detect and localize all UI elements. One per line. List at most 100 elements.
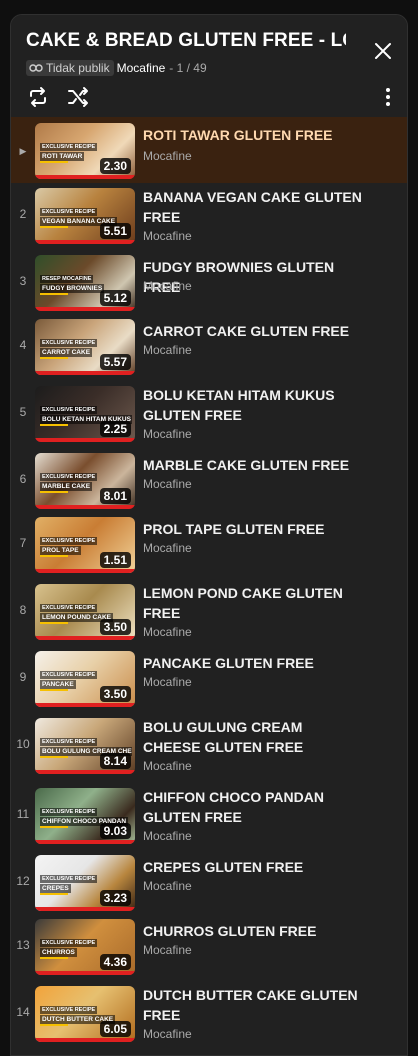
playlist-item[interactable]: 2 EXCLUSIVE RECIPE VEGAN BANANA CAKE 5.51 BA… <box>11 181 407 251</box>
thumbnail-caption-top: EXCLUSIVE RECIPE <box>40 939 98 947</box>
thumbnail-caption: CHURROS <box>40 948 77 957</box>
video-thumbnail[interactable]: EXCLUSIVE RECIPE CARROT CAKE 5.57 <box>35 319 135 375</box>
video-title[interactable]: MARBLE CAKE GLUTEN FREE <box>143 455 363 475</box>
video-thumbnail[interactable]: EXCLUSIVE RECIPE ROTI TAWAR 2.30 <box>35 123 135 179</box>
duration-badge: 9.03 <box>99 823 131 839</box>
video-title[interactable]: CHIFFON CHOCO PANDAN GLUTEN FREE <box>143 787 363 827</box>
video-thumbnail[interactable]: EXCLUSIVE RECIPE PANCAKE 3.50 <box>35 651 135 707</box>
playlist-title[interactable]: CAKE & BREAD GLUTEN FREE - LOW ... <box>26 30 346 52</box>
video-title[interactable]: BANANA VEGAN CAKE GLUTEN FREE <box>143 187 363 227</box>
thumbnail-accent-bar <box>40 957 68 959</box>
item-index: 12 <box>16 874 30 888</box>
item-index: 9 <box>19 670 27 684</box>
video-thumbnail[interactable]: EXCLUSIVE RECIPE MARBLE CAKE 8.01 <box>35 453 135 509</box>
video-thumbnail[interactable]: EXCLUSIVE RECIPEBOLU GULUNG CREAM CHEESE… <box>35 718 135 774</box>
playlist-item[interactable]: 3 RESEP MOCAFINE FUDGY BROWNIES 5.12 FUDGY B… <box>11 251 407 315</box>
playlist-item[interactable]: 5 EXCLUSIVE RECIPE BOLU KETAN HITAM KUKUS 2… <box>11 379 407 449</box>
duration-badge: 3.23 <box>99 890 131 906</box>
video-thumbnail[interactable]: EXCLUSIVE RECIPE BOLU KETAN HITAM KUKUS 2.… <box>35 386 135 442</box>
playlist-item[interactable]: 4 EXCLUSIVE RECIPE CARROT CAKE 5.57 CARROT C… <box>11 315 407 379</box>
video-channel[interactable]: Mocafine <box>143 943 192 957</box>
duration-badge: 2.25 <box>99 421 131 437</box>
video-title[interactable]: CHURROS GLUTEN FREE <box>143 921 363 941</box>
watch-progress-bar <box>35 175 135 179</box>
thumbnail-caption-top: RESEP MOCAFINE <box>40 275 94 283</box>
video-channel[interactable]: Mocafine <box>143 149 192 163</box>
thumbnail-caption: CREPES <box>40 884 71 893</box>
thumbnail-caption-top: EXCLUSIVE RECIPE <box>40 875 98 883</box>
privacy-label: Tidak publik <box>46 61 110 75</box>
more-vert-icon[interactable] <box>376 85 400 109</box>
watch-progress-bar <box>35 636 135 640</box>
video-title[interactable]: LEMON POND CAKE GLUTEN FREE <box>143 583 363 623</box>
thumbnail-accent-bar <box>40 689 68 691</box>
video-title[interactable]: BOLU KETAN HITAM KUKUS GLUTEN FREE <box>143 385 363 425</box>
video-thumbnail[interactable]: EXCLUSIVE RECIPE VEGAN BANANA CAKE 5.51 <box>35 188 135 244</box>
playlist-header: CAKE & BREAD GLUTEN FREE - LOW ... Tidak… <box>11 15 407 117</box>
loop-icon[interactable] <box>26 85 50 109</box>
video-thumbnail[interactable]: EXCLUSIVE RECIPE CHIFFON CHOCO PANDAN 9.03 <box>35 788 135 844</box>
video-thumbnail[interactable]: RESEP MOCAFINE FUDGY BROWNIES 5.12 <box>35 255 135 311</box>
video-channel[interactable]: Mocafine <box>143 625 192 639</box>
playlist-toolbar <box>26 85 394 109</box>
thumbnail-caption-top: EXCLUSIVE RECIPE <box>40 738 98 746</box>
playlist-item[interactable]: 9 EXCLUSIVE RECIPE PANCAKE 3.50 PANCAKE GLUT… <box>11 647 407 711</box>
video-title[interactable]: CARROT CAKE GLUTEN FREE <box>143 321 363 341</box>
video-channel[interactable]: Mocafine <box>143 829 192 843</box>
playlist-item[interactable]: 11 EXCLUSIVE RECIPE CHIFFON CHOCO PANDAN 9.… <box>11 781 407 851</box>
video-channel[interactable]: Mocafine <box>143 427 192 441</box>
video-channel[interactable]: Mocafine <box>143 279 192 293</box>
video-channel[interactable]: Mocafine <box>143 879 192 893</box>
watch-progress-bar <box>35 505 135 509</box>
video-title[interactable]: CREPES GLUTEN FREE <box>143 857 363 877</box>
video-title[interactable]: ROTI TAWAR GLUTEN FREE <box>143 125 363 145</box>
video-channel[interactable]: Mocafine <box>143 759 192 773</box>
video-channel[interactable]: Mocafine <box>143 541 192 555</box>
duration-badge: 5.12 <box>99 290 131 306</box>
video-thumbnail[interactable]: EXCLUSIVE RECIPE PROL TAPE 1.51 <box>35 517 135 573</box>
video-channel[interactable]: Mocafine <box>143 229 192 243</box>
playlist-item[interactable]: 7 EXCLUSIVE RECIPE PROL TAPE 1.51 PROL TAPE … <box>11 513 407 577</box>
item-index: 13 <box>16 938 30 952</box>
thumbnail-accent-bar <box>40 226 68 228</box>
thumbnail-caption: CARROT CAKE <box>40 348 93 357</box>
video-thumbnail[interactable]: EXCLUSIVE RECIPE CREPES 3.23 <box>35 855 135 911</box>
playlist-item[interactable]: 8 EXCLUSIVE RECIPE LEMON POUND CAKE 3.50 LEM… <box>11 577 407 647</box>
playlist-item[interactable]: 10EXCLUSIVE RECIPEBOLU GULUNG CREAM CHEE… <box>11 711 407 781</box>
link-icon <box>29 64 43 72</box>
watch-progress-bar <box>35 971 135 975</box>
thumbnail-accent-bar <box>40 161 68 163</box>
video-thumbnail[interactable]: EXCLUSIVE RECIPE CHURROS 4.36 <box>35 919 135 975</box>
thumbnail-accent-bar <box>40 622 68 624</box>
duration-badge: 8.14 <box>99 753 131 769</box>
watch-progress-bar <box>35 307 135 311</box>
playlist-item[interactable]: 6 EXCLUSIVE RECIPE MARBLE CAKE 8.01 MARBLE C… <box>11 449 407 513</box>
video-channel[interactable]: Mocafine <box>143 343 192 357</box>
video-title[interactable]: BOLU GULUNG CREAM CHEESE GLUTEN FREE <box>143 717 363 757</box>
close-icon[interactable] <box>373 41 393 61</box>
video-thumbnail[interactable]: EXCLUSIVE RECIPE DUTCH BUTTER CAKE 6.05 <box>35 986 135 1042</box>
video-channel[interactable]: Mocafine <box>143 675 192 689</box>
thumbnail-accent-bar <box>40 491 68 493</box>
shuffle-icon[interactable] <box>66 85 90 109</box>
item-index: 10 <box>16 737 30 751</box>
thumbnail-caption-top: EXCLUSIVE RECIPE <box>40 406 98 414</box>
video-title[interactable]: DUTCH BUTTER CAKE GLUTEN FREE <box>143 985 363 1025</box>
playlist-item[interactable]: 12 EXCLUSIVE RECIPE CREPES 3.23 CREPES GLUTE… <box>11 851 407 915</box>
playlist-item[interactable]: 13 EXCLUSIVE RECIPE CHURROS 4.36 CHURROS GLU… <box>11 915 407 979</box>
video-title[interactable]: PROL TAPE GLUTEN FREE <box>143 519 363 539</box>
thumbnail-caption: MARBLE CAKE <box>40 482 93 491</box>
thumbnail-accent-bar <box>40 424 68 426</box>
video-thumbnail[interactable]: EXCLUSIVE RECIPE LEMON POUND CAKE 3.50 <box>35 584 135 640</box>
playlist-item[interactable]: 14 EXCLUSIVE RECIPE DUTCH BUTTER CAKE 6.05 D… <box>11 979 407 1049</box>
item-index: 7 <box>19 536 27 550</box>
playlist-channel[interactable]: Mocafine <box>117 61 166 75</box>
video-channel[interactable]: Mocafine <box>143 477 192 491</box>
playlist-item[interactable]: ▶ EXCLUSIVE RECIPE ROTI TAWAR 2.30 ROTI TAWA… <box>11 117 407 183</box>
playlist-meta: Tidak publik Mocafine - 1 / 49 <box>26 60 207 76</box>
video-channel[interactable]: Mocafine <box>143 1027 192 1041</box>
video-title[interactable]: PANCAKE GLUTEN FREE <box>143 653 363 673</box>
thumbnail-accent-bar <box>40 293 68 295</box>
thumbnail-caption-top: EXCLUSIVE RECIPE <box>40 1006 98 1014</box>
thumbnail-caption-top: EXCLUSIVE RECIPE <box>40 671 98 679</box>
